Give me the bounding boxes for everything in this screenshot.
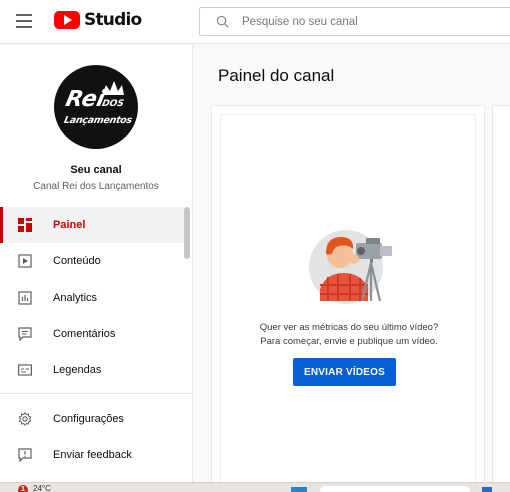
studio-logo[interactable]: Studio <box>54 10 142 30</box>
upload-videos-button[interactable]: ENVIAR VÍDEOS <box>293 358 396 386</box>
channel-name: Canal Rei dos Lançamentos <box>33 181 159 192</box>
sidebar-item-legendas[interactable]: Legendas <box>0 352 184 388</box>
sidebar-scrollbar[interactable] <box>184 207 190 259</box>
sidebar-item-label: Legendas <box>53 364 102 376</box>
sidebar-item-feedback[interactable]: Enviar feedback <box>0 437 184 473</box>
camera-person-illustration <box>309 230 392 304</box>
sidebar-item-label: Comentários <box>53 328 116 340</box>
settings-icon <box>18 412 32 426</box>
page-title: Painel do canal <box>218 66 335 85</box>
card-message-line1: Quer ver as métricas do seu último vídeo… <box>259 322 439 333</box>
subtitles-icon <box>18 364 32 376</box>
dashboard-icon <box>18 218 32 232</box>
taskbar-app-icon[interactable] <box>482 487 492 492</box>
youtube-play-icon <box>54 11 80 29</box>
next-card-partial <box>492 105 510 485</box>
notification-badge: 1 <box>18 485 28 492</box>
weather-temperature[interactable]: 24°C <box>33 484 51 492</box>
channel-avatar[interactable]: Rei DOS Lançamentos <box>54 65 138 149</box>
top-bar: Studio <box>0 0 510 44</box>
search-icon <box>216 15 229 28</box>
brand-text: Studio <box>84 10 142 30</box>
avatar-text-lancamentos: Lançamentos <box>62 115 133 126</box>
menu-icon[interactable] <box>16 14 32 28</box>
sidebar-divider <box>0 393 192 394</box>
sidebar-item-configuracoes[interactable]: Configurações <box>0 401 184 437</box>
sidebar: Rei DOS Lançamentos Seu canal Canal Rei … <box>0 45 193 482</box>
search-input[interactable] <box>242 8 510 35</box>
feedback-icon <box>18 448 32 462</box>
sidebar-item-label: Conteúdo <box>53 255 101 267</box>
sidebar-item-label: Painel <box>53 219 86 231</box>
sidebar-item-painel[interactable]: Painel <box>0 207 184 243</box>
avatar-text-dos: DOS <box>100 99 125 109</box>
sidebar-item-label: Enviar feedback <box>53 449 132 461</box>
sidebar-item-label: Configurações <box>53 413 124 425</box>
taskbar-search[interactable] <box>320 486 470 492</box>
card-message-line2: Para começar, envie e publique um vídeo. <box>260 336 438 347</box>
windows-start-icon[interactable] <box>291 487 307 492</box>
channel-title: Seu canal <box>70 164 122 176</box>
content-icon <box>18 254 32 268</box>
sidebar-item-analytics[interactable]: Analytics <box>0 280 184 316</box>
latest-video-card: Quer ver as métricas do seu último vídeo… <box>211 105 485 492</box>
sidebar-item-conteudo[interactable]: Conteúdo <box>0 243 184 279</box>
sidebar-item-comentarios[interactable]: Comentários <box>0 316 184 352</box>
analytics-icon <box>18 291 32 305</box>
os-taskbar: 1 24°C <box>0 482 510 492</box>
card-content: Quer ver as métricas do seu último vídeo… <box>220 114 476 492</box>
comments-icon <box>18 327 32 341</box>
sidebar-item-label: Analytics <box>53 292 98 304</box>
search-box[interactable] <box>199 7 510 36</box>
